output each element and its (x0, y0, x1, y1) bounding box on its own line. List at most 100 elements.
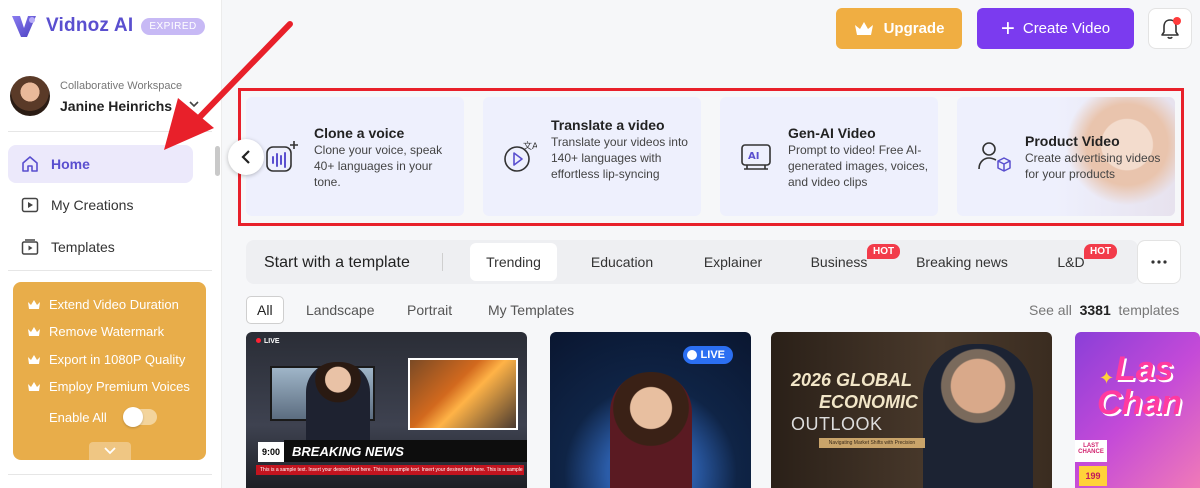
chevron-down-icon (189, 101, 199, 108)
filter-label: Portrait (407, 302, 453, 318)
filter-label: Landscape (306, 302, 375, 318)
upgrade-label: Upgrade (883, 20, 945, 37)
plan-badge: EXPIRED (141, 17, 205, 35)
toggle-knob (122, 407, 143, 427)
create-video-button[interactable]: + Create Video (977, 8, 1134, 49)
filter-label: My Templates (488, 302, 575, 318)
filter-my-templates[interactable]: My Templates (488, 296, 574, 324)
tab-label: Education (590, 254, 654, 270)
price-tag: 199 (1079, 466, 1107, 486)
user-name: Janine Heinrichs (60, 98, 173, 114)
tab-business[interactable]: Business (802, 243, 876, 281)
crown-icon (854, 21, 873, 35)
tab-label: Breaking news (916, 254, 1008, 270)
feature-title: Translate a video (551, 117, 665, 133)
news-ticker: This is a sample text. Insert your desir… (256, 465, 524, 475)
tab-trending[interactable]: Trending (470, 243, 557, 281)
thumbnail-headline: ECONOMIC (819, 392, 918, 412)
svg-text:文A: 文A (523, 140, 537, 152)
template-thumbnail-breaking-news[interactable]: LIVE 9:00 BREAKING NEWS This is a sample… (246, 332, 527, 488)
feature-card-gen-ai-video[interactable]: AI Gen-AI Video Prompt to video! Free AI… (720, 97, 938, 216)
promo-feature: Export in 1080P Quality (27, 352, 185, 367)
chevron-down-icon (104, 447, 116, 455)
enable-all-row: Enable All (49, 407, 157, 427)
promo-feature-label: Employ Premium Voices (49, 379, 190, 394)
sidebar: Vidnoz AI EXPIRED Collaborative Workspac… (0, 0, 222, 488)
template-thumbnail-live-news[interactable]: LIVE (550, 332, 751, 488)
crown-icon (28, 326, 40, 336)
sidebar-item-my-creations[interactable]: My Creations (8, 186, 193, 224)
avatar (10, 76, 50, 116)
play-square-icon (20, 195, 40, 215)
feature-title: Gen-AI Video (788, 125, 876, 141)
app-name: Vidnoz AI (46, 15, 134, 36)
feature-title: Clone a voice (314, 125, 405, 141)
promo-feature-label: Remove Watermark (49, 324, 165, 339)
template-count: 3381 (1079, 302, 1111, 318)
presenter-image (923, 344, 1033, 488)
tab-education[interactable]: Education (578, 243, 666, 281)
filter-landscape[interactable]: Landscape (306, 296, 375, 324)
feature-card-translate-video[interactable]: 文A Translate a video Translate your vide… (483, 97, 701, 216)
promo-feature: Extend Video Duration (27, 297, 179, 312)
template-category-bar: Start with a template Trending Education… (246, 240, 1138, 284)
upgrade-button[interactable]: Upgrade (836, 8, 962, 49)
feature-card-clone-voice[interactable]: Clone a voice Clone your voice, speak 40… (246, 97, 464, 216)
sidebar-item-label: Home (51, 156, 90, 172)
promo-feature-label: Export in 1080P Quality (49, 352, 186, 367)
chevron-left-icon (241, 150, 250, 164)
crown-icon (28, 299, 40, 309)
divider (8, 131, 212, 132)
sidebar-item-templates[interactable]: Templates (8, 228, 193, 266)
presenter-image (610, 372, 692, 488)
thumbnail-subtitle: Navigating Market Shifts with Precision (819, 438, 925, 448)
sidebar-item-home[interactable]: Home (8, 145, 193, 183)
see-all-templates-link[interactable]: See all 3381 templates (1029, 302, 1179, 318)
svg-text:AI: AI (748, 151, 759, 162)
sidebar-scrollbar[interactable] (215, 146, 220, 176)
tab-label: Explainer (703, 254, 763, 270)
thumbnail-headline: Chan (1097, 384, 1182, 422)
translate-video-icon: 文A (504, 140, 537, 172)
filter-portrait[interactable]: Portrait (407, 296, 452, 324)
template-thumbnail-last-chance[interactable]: ✦ Las Chan LAST CHANCE 199 (1075, 332, 1200, 488)
more-categories-button[interactable] (1137, 240, 1181, 284)
sidebar-item-label: My Creations (51, 197, 134, 213)
feature-desc: Clone your voice, speak 40+ languages in… (314, 143, 443, 189)
live-badge: LIVE (682, 346, 733, 364)
thumbnail-headline: OUTLOOK (791, 414, 883, 434)
thumbnail-headline: 2026 GLOBAL (791, 370, 913, 390)
divider (8, 474, 212, 475)
more-horizontal-icon (1151, 260, 1167, 264)
notification-dot (1173, 17, 1181, 25)
home-icon (20, 154, 40, 174)
crown-icon (28, 381, 40, 391)
feature-title: Product Video (1025, 133, 1120, 149)
premium-features-panel: Extend Video Duration Remove Watermark E… (13, 282, 206, 460)
tab-breaking-news[interactable]: Breaking news (910, 243, 1014, 281)
see-all-label: See all (1029, 302, 1072, 318)
tab-explainer[interactable]: Explainer (690, 243, 776, 281)
voice-clone-icon (266, 141, 298, 172)
notifications-button[interactable] (1148, 8, 1192, 49)
template-count-suffix: templates (1118, 302, 1180, 318)
expand-promo-button[interactable] (89, 442, 131, 460)
enable-all-toggle[interactable] (122, 407, 157, 427)
filter-label: All (257, 302, 273, 318)
feature-desc: Create advertising videos for your produ… (1025, 151, 1161, 181)
divider (442, 253, 443, 271)
plus-icon: + (1000, 14, 1015, 42)
workspace-label: Collaborative Workspace (60, 80, 183, 92)
create-video-label: Create Video (1022, 20, 1111, 37)
promo-feature-label: Extend Video Duration (49, 297, 179, 312)
tab-label: L&D (1057, 254, 1085, 270)
feature-card-product-video[interactable]: Product Video Create advertising videos … (957, 97, 1175, 216)
sale-tag: LAST CHANCE (1075, 440, 1107, 462)
carousel-prev-button[interactable] (228, 139, 264, 175)
feature-desc: Translate your videos into 140+ language… (551, 135, 688, 181)
divider (8, 270, 212, 271)
filter-all[interactable]: All (246, 296, 284, 324)
workspace-switcher[interactable]: Collaborative Workspace Janine Heinrichs (10, 76, 210, 122)
logo[interactable]: Vidnoz AI EXPIRED (10, 12, 205, 40)
template-thumbnail-economic-outlook[interactable]: 2026 GLOBAL ECONOMIC OUTLOOK Navigating … (771, 332, 1052, 488)
